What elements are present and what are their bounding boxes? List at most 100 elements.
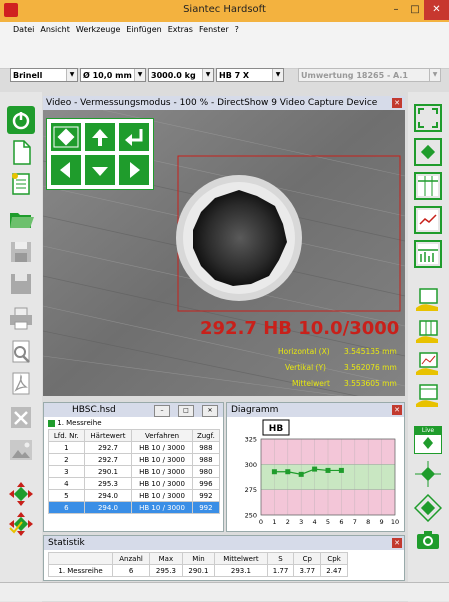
load-select[interactable]: 3000.0 kg ▼ (148, 68, 214, 82)
menu-einfuegen[interactable]: Einfügen (123, 22, 164, 38)
move-stage-button[interactable] (7, 480, 35, 508)
table-cell: 6 (48, 501, 85, 514)
y-tick-label: 250 (245, 512, 257, 520)
nav-left-button[interactable] (51, 155, 81, 185)
excel-export-button[interactable] (7, 404, 35, 432)
x-tick-label: 10 (391, 518, 399, 526)
table-row[interactable]: 3 290.1 HB 10 / 3000 980 (48, 465, 221, 478)
title-bar: Siantec Hardsoft – □ ✕ (0, 0, 449, 22)
report-icon (12, 173, 30, 195)
menu-datei[interactable]: Datei (10, 22, 37, 38)
measure-x-label: Horizontal (X) (278, 347, 330, 356)
right-toolbar: Live (408, 92, 449, 602)
open-folder-button[interactable] (7, 204, 35, 232)
statistics-export-button[interactable] (414, 382, 442, 410)
nav-up-button[interactable] (85, 123, 115, 151)
save-as-icon (11, 274, 31, 294)
column-header: Cp (293, 552, 322, 565)
hbsc-minimize-button[interactable]: – (154, 405, 170, 417)
table-cell: 3 (48, 465, 85, 478)
menu-werkzeuge[interactable]: Werkzeuge (73, 22, 123, 38)
video-view-button[interactable] (414, 138, 442, 166)
hardness-result: 292.7 HB 10.0/3000 (200, 318, 400, 339)
image-export-button[interactable] (7, 436, 35, 464)
tab-messreihe[interactable]: 1. Messreihe (57, 419, 101, 427)
pdf-icon (12, 372, 30, 395)
fit-window-button[interactable] (414, 104, 442, 132)
menu-ansicht[interactable]: Ansicht (37, 22, 73, 38)
method-value: Brinell (13, 71, 43, 80)
power-icon (12, 112, 30, 130)
data-point (271, 469, 277, 475)
menu-fenster[interactable]: Fenster (196, 22, 232, 38)
column-header[interactable]: Härtewert (83, 429, 133, 442)
live-video-icon (423, 437, 433, 449)
scale-select[interactable]: HB 7 X ▼ (216, 68, 284, 82)
column-header[interactable]: Verfahren (131, 429, 193, 442)
menu-extras[interactable]: Extras (165, 22, 196, 38)
power-button[interactable] (7, 106, 35, 134)
table-row[interactable]: 2 292.7 HB 10 / 3000 988 (48, 453, 221, 466)
x-tick-label: 2 (286, 518, 290, 526)
report-export-button[interactable] (414, 286, 442, 314)
table-cell: HB 10 / 3000 (131, 441, 193, 454)
maximize-button[interactable]: □ (406, 0, 424, 20)
live-button[interactable]: Live (414, 426, 442, 454)
column-header: S (266, 552, 295, 565)
table-row[interactable]: 4 295.3 HB 10 / 3000 996 (48, 477, 221, 490)
print-preview-button[interactable] (7, 338, 35, 366)
auto-measure-button[interactable] (7, 510, 35, 538)
save-as-button[interactable] (7, 270, 35, 298)
hbsc-maximize-button[interactable]: □ (178, 405, 194, 417)
conversion-select[interactable]: Umwertung 18265 - A.1 ▼ (298, 68, 441, 82)
column-header[interactable]: Zugf. (191, 429, 221, 442)
table-row[interactable]: 6 294.0 HB 10 / 3000 992 (48, 501, 221, 514)
table-cell: 292.7 (83, 453, 133, 466)
statistics-table: Anzahl Max Min Mittelwert S Cp Cpk 1. Messreih… (48, 552, 348, 577)
chart-view-button[interactable] (414, 206, 442, 234)
table-export-button[interactable] (414, 318, 442, 346)
nav-target-button[interactable] (51, 123, 81, 151)
nav-down-button[interactable] (85, 155, 115, 185)
chart-export-button[interactable] (414, 350, 442, 378)
method-select[interactable]: Brinell ▼ (10, 68, 78, 82)
report-button[interactable] (7, 170, 35, 198)
measure-mean-label: Mittelwert (292, 379, 330, 388)
table-cell: 290.1 (181, 564, 216, 577)
close-button[interactable]: ✕ (424, 0, 449, 20)
nav-right-button[interactable] (119, 155, 149, 185)
window-title: Siantec Hardsoft (183, 4, 266, 15)
diagram-title: Diagramm (231, 405, 279, 415)
column-header: Anzahl (111, 552, 151, 565)
table-view-button[interactable] (414, 172, 442, 200)
table-row[interactable]: 1. Messreihe 6 295.3 290.1 293.1 1.77 3.77 2.47 (48, 564, 348, 577)
x-tick-label: 8 (366, 518, 370, 526)
crosshair-button[interactable] (413, 493, 443, 523)
table-row[interactable]: 1 292.7 HB 10 / 3000 988 (48, 441, 221, 454)
table-row[interactable]: 5 294.0 HB 10 / 3000 992 (48, 489, 221, 502)
video-titlebar: Video - Vermessungsmodus - 100 % - Direc… (43, 96, 405, 110)
diagram-close-icon[interactable]: ✕ (392, 405, 402, 415)
snapshot-button[interactable] (414, 526, 442, 554)
arrow-right-icon (130, 162, 140, 178)
column-header[interactable]: Lfd. Nr. (48, 429, 85, 442)
pdf-export-button[interactable] (7, 370, 35, 398)
hbsc-close-button[interactable]: ✕ (202, 405, 218, 417)
nav-enter-button[interactable] (119, 123, 149, 151)
table-icon (418, 176, 438, 196)
save-button[interactable] (7, 238, 35, 266)
focus-button[interactable] (414, 460, 442, 488)
image-icon (10, 440, 32, 460)
print-button[interactable] (7, 304, 35, 332)
minimize-button[interactable]: – (386, 0, 406, 20)
statistics-view-button[interactable] (414, 240, 442, 268)
table-cell: 996 (191, 477, 221, 490)
chevron-down-icon: ▼ (272, 69, 283, 81)
statistics-close-icon[interactable]: ✕ (392, 538, 402, 548)
table-cell: 988 (191, 441, 221, 454)
new-document-button[interactable] (7, 138, 35, 166)
menu-help[interactable]: ? (232, 22, 242, 38)
column-header: Cpk (320, 552, 348, 565)
diameter-select[interactable]: Ø 10,0 mm ▼ (80, 68, 146, 82)
video-close-icon[interactable]: ✕ (392, 98, 402, 108)
